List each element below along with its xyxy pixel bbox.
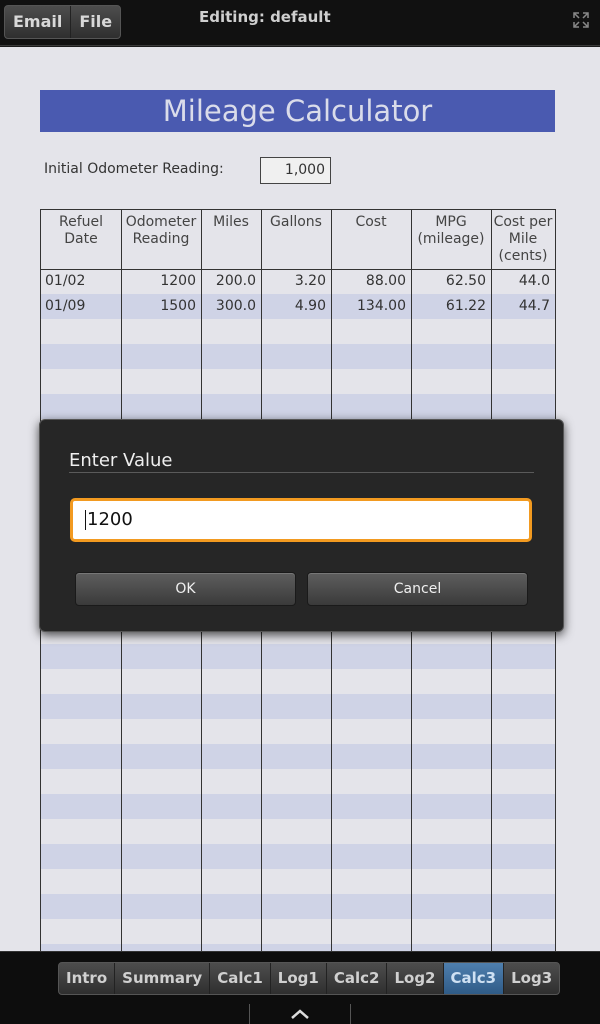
table-row (41, 844, 555, 869)
tab-intro[interactable]: Intro (59, 963, 116, 994)
sheet-title: Mileage Calculator (40, 90, 555, 132)
tab-summary[interactable]: Summary (115, 963, 211, 994)
column-header-line: Date (64, 231, 98, 247)
column-header: Gallons (261, 214, 331, 231)
enter-value-dialog: Enter Value 1200 OK Cancel (39, 419, 564, 632)
column-header: Refuel Date (41, 214, 121, 248)
column-header: Cost (331, 214, 411, 231)
table-row (41, 344, 555, 369)
table-cell[interactable]: 3.20 (261, 269, 326, 294)
table-row (41, 769, 555, 794)
expand-icon[interactable] (573, 12, 589, 28)
table-row (41, 669, 555, 694)
column-header-line: Cost (355, 214, 387, 230)
column-header-line: Odometer (125, 214, 197, 230)
column-header-line: Reading (132, 231, 190, 247)
table-row (41, 944, 555, 951)
table-row (41, 394, 555, 419)
table-row (41, 744, 555, 769)
column-header-line: (cents) (498, 248, 548, 264)
table-row (41, 369, 555, 394)
tab-calc2[interactable]: Calc2 (327, 963, 388, 994)
column-header-line: Cost per (493, 214, 553, 230)
column-header-line: Gallons (270, 214, 322, 230)
dialog-divider (69, 472, 534, 473)
odometer-input-cell[interactable]: 1,000 (260, 157, 331, 184)
tab-calc3[interactable]: Calc3 (443, 963, 505, 994)
column-header-line: MPG (435, 214, 467, 230)
table-cell[interactable]: 134.00 (331, 294, 406, 319)
table-row (41, 719, 555, 744)
tab-log2[interactable]: Log2 (387, 963, 444, 994)
column-header-line: Mile (508, 231, 538, 247)
column-header-line: (mileage) (417, 231, 485, 247)
table-row (41, 869, 555, 894)
file-button[interactable]: File (71, 6, 120, 38)
table-cell[interactable]: 44.7 (491, 294, 550, 319)
bottom-nav-bar: Intro Summary Calc1 Log1 Calc2 Log2 Calc3 Log3 (0, 951, 600, 1024)
tab-calc1[interactable]: Calc1 (210, 963, 271, 994)
table-cell[interactable]: 44.0 (491, 269, 550, 294)
column-header: Miles (201, 214, 261, 231)
table-cell[interactable]: 88.00 (331, 269, 406, 294)
table-cell[interactable]: 1500 (121, 294, 196, 319)
table-row (41, 919, 555, 944)
odometer-label: Initial Odometer Reading: (44, 161, 224, 177)
cancel-button[interactable]: Cancel (307, 572, 528, 606)
value-input[interactable]: 1200 (70, 498, 532, 542)
editing-title: Editing: default (199, 8, 331, 26)
menu-button-group: Email File (4, 5, 122, 39)
table-cell[interactable]: 61.22 (411, 294, 486, 319)
table-cell[interactable]: 4.90 (261, 294, 326, 319)
table-row (41, 819, 555, 844)
column-header: Odometer Reading (121, 214, 201, 248)
text-caret (85, 510, 86, 530)
email-button[interactable]: Email (5, 6, 72, 38)
table-cell[interactable]: 300.0 (201, 294, 256, 319)
column-header-line: Refuel (58, 214, 104, 230)
column-header: MPG (mileage) (411, 214, 491, 248)
top-action-bar: Email File Editing: default (0, 0, 600, 46)
ok-button[interactable]: OK (75, 572, 296, 606)
table-row (41, 794, 555, 819)
table-row (41, 319, 555, 344)
table-cell[interactable]: 1200 (121, 269, 196, 294)
table-cell[interactable]: 01/09 (45, 294, 85, 319)
table-row (41, 694, 555, 719)
table-cell[interactable]: 62.50 (411, 269, 486, 294)
table-row (41, 894, 555, 919)
table-row (41, 644, 555, 669)
column-header-line: Miles (213, 214, 249, 230)
tab-log1[interactable]: Log1 (271, 963, 327, 994)
table-cell[interactable]: 01/02 (45, 269, 85, 294)
chevron-up-icon[interactable] (289, 1007, 311, 1021)
tab-log3[interactable]: Log3 (504, 963, 559, 994)
column-header: Cost per Mile (cents) (491, 214, 555, 265)
table-cell[interactable]: 200.0 (201, 269, 256, 294)
value-input-text: 1200 (87, 509, 133, 530)
sheet-tabs: Intro Summary Calc1 Log1 Calc2 Log2 Calc3 Log3 (58, 962, 561, 995)
dialog-title: Enter Value (69, 450, 173, 471)
